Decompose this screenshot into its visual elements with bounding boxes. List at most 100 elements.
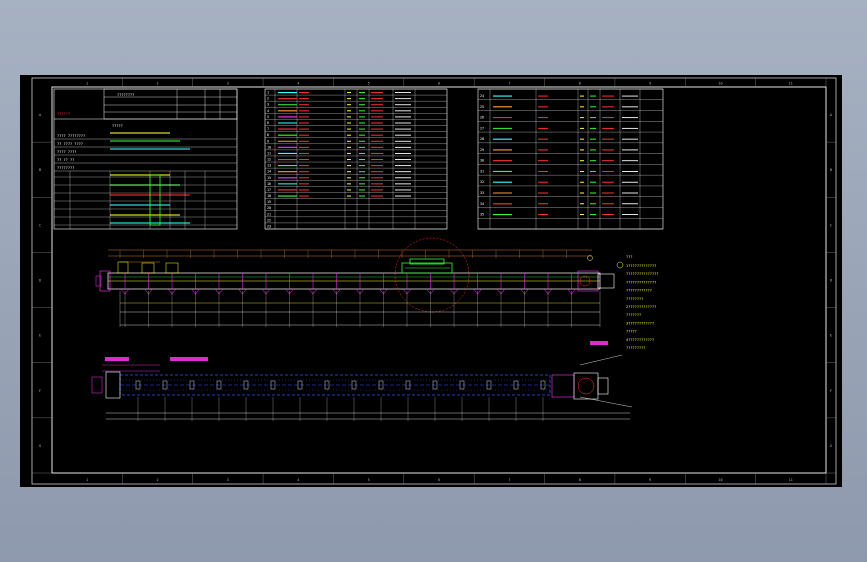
note-line: 1????????????? bbox=[626, 264, 656, 268]
ruler-number: 2 bbox=[157, 478, 159, 482]
cad-drawing: 1 2 3 4 5 6 7 8 9 10 11 1 2 3 4 5 6 7 8 9 10 11 ABCDEFG ABCD… bbox=[31, 77, 837, 485]
ruler-letter: G bbox=[39, 444, 41, 448]
title-block-header: ???????? bbox=[117, 93, 134, 97]
note-line: ????????? bbox=[626, 346, 645, 350]
ruler-number: 5 bbox=[368, 82, 370, 86]
ruler-letter: A bbox=[830, 113, 832, 117]
parts-row-index: 5 bbox=[267, 115, 269, 119]
parts-row-index: 24 bbox=[480, 94, 484, 98]
ruler-number: 9 bbox=[649, 478, 651, 482]
parts-row-index: 31 bbox=[480, 169, 484, 173]
note-line: 2????????????? bbox=[626, 305, 656, 309]
ruler-letter: E bbox=[830, 334, 832, 338]
title-row-text: ?? ?? ?? bbox=[57, 158, 74, 162]
parts-row-index: 1 bbox=[267, 91, 269, 95]
parts-row-index: 19 bbox=[267, 200, 271, 204]
ruler-number: 3 bbox=[227, 82, 229, 86]
parts-row-index: 13 bbox=[267, 164, 271, 168]
ruler-number: 11 bbox=[789, 478, 793, 482]
ruler-letter: E bbox=[39, 334, 41, 338]
parts-row-index: 20 bbox=[267, 206, 271, 210]
bottom-ruler: 1 2 3 4 5 6 7 8 9 10 11 bbox=[86, 473, 827, 484]
parts-list-right: 24 25 26 27 28 29 30 31 32 33 34 35 bbox=[477, 88, 664, 230]
parts-row-index: 8 bbox=[267, 133, 269, 137]
ruler-letter: F bbox=[830, 389, 832, 393]
ruler-number: 8 bbox=[579, 82, 581, 86]
parts-row-index: 23 bbox=[267, 224, 271, 228]
ruler-number: 10 bbox=[718, 82, 722, 86]
note-line: 4???????????? bbox=[626, 338, 654, 342]
ruler-letter: C bbox=[830, 223, 832, 227]
ruler-number: 5 bbox=[368, 478, 370, 482]
ruler-number: 8 bbox=[579, 478, 581, 482]
inner-frame bbox=[51, 86, 827, 474]
ruler-letter: G bbox=[830, 444, 832, 448]
parts-row-index: 7 bbox=[267, 127, 269, 131]
notes-block: ??? 1???????????????????????????????????… bbox=[626, 255, 658, 350]
note-line: ?????????????? bbox=[626, 280, 656, 284]
ruler-letter: B bbox=[830, 168, 832, 172]
ruler-number: 1 bbox=[86, 478, 88, 482]
title-block: ???????? ?????? ????? ???? ???????? ?? ??… bbox=[53, 88, 238, 230]
parts-row-index: 30 bbox=[480, 159, 484, 163]
parts-row-index: 10 bbox=[267, 145, 271, 149]
parts-row-index: 22 bbox=[267, 218, 271, 222]
parts-row-index: 15 bbox=[267, 176, 271, 180]
note-line: ??????? bbox=[626, 313, 641, 317]
parts-row-index: 35 bbox=[480, 213, 484, 217]
parts-row-index: 18 bbox=[267, 194, 271, 198]
parts-row-index: 3 bbox=[267, 103, 269, 107]
parts-row-index: 16 bbox=[267, 182, 271, 186]
parts-row-index: 14 bbox=[267, 170, 271, 174]
note-line: ????? bbox=[626, 330, 637, 334]
title-row-text: ???????? bbox=[57, 166, 74, 170]
ruler-number: 2 bbox=[157, 82, 159, 86]
parts-row-index: 12 bbox=[267, 158, 271, 162]
parts-row-index: 2 bbox=[267, 97, 269, 101]
ruler-number: 7 bbox=[508, 82, 510, 86]
parts-row-index: 9 bbox=[267, 139, 269, 143]
title-row-text: ???? ???????? bbox=[57, 134, 85, 138]
cad-drawing-canvas[interactable]: 1 2 3 4 5 6 7 8 9 10 11 1 2 3 4 5 6 7 8 9 10 11 ABCDEFG ABCD… bbox=[20, 75, 842, 487]
parts-row-index: 21 bbox=[267, 212, 271, 216]
title-block-subtitle: ????? bbox=[112, 124, 123, 128]
parts-row-index: 34 bbox=[480, 202, 484, 206]
right-ruler: A B C D E F G bbox=[826, 113, 836, 474]
top-ruler: 1 2 3 4 5 6 7 8 9 10 11 bbox=[86, 78, 827, 87]
ruler-number: 9 bbox=[649, 82, 651, 86]
ruler-letter: C bbox=[39, 223, 41, 227]
parts-row-index: 25 bbox=[480, 105, 484, 109]
ruler-letter: A bbox=[39, 113, 41, 117]
parts-row-index: 32 bbox=[480, 180, 484, 184]
parts-row-index: 11 bbox=[267, 151, 271, 155]
ruler-number: 1 bbox=[86, 82, 88, 86]
ruler-number: 4 bbox=[297, 478, 299, 482]
left-ruler: A B C D E F G bbox=[32, 113, 52, 474]
ruler-number: 4 bbox=[297, 82, 299, 86]
notes-heading: ??? bbox=[626, 255, 633, 259]
note-line: ??????????????? bbox=[626, 272, 658, 276]
front-elevation-view bbox=[95, 237, 624, 327]
plan-view bbox=[91, 341, 633, 421]
parts-row-index: 6 bbox=[267, 121, 269, 125]
note-line: ???????????? bbox=[626, 289, 652, 293]
ruler-number: 6 bbox=[438, 478, 440, 482]
ruler-number: 10 bbox=[718, 478, 722, 482]
parts-row-index: 28 bbox=[480, 137, 484, 141]
note-line: ???????? bbox=[626, 297, 643, 301]
title-block-red-label: ?????? bbox=[57, 112, 70, 116]
parts-row-index: 29 bbox=[480, 148, 484, 152]
title-row-text: ?? ???? ???? bbox=[57, 142, 83, 146]
ruler-number: 3 bbox=[227, 478, 229, 482]
parts-row-index: 27 bbox=[480, 126, 484, 130]
title-row-text: ???? ???? bbox=[57, 150, 76, 154]
ruler-letter: B bbox=[39, 168, 41, 172]
parts-list-left: 1234567891011121314151617181920212223 bbox=[264, 88, 448, 230]
parts-row-index: 33 bbox=[480, 191, 484, 195]
ruler-letter: D bbox=[830, 279, 832, 283]
ruler-letter: F bbox=[39, 389, 41, 393]
parts-row-index: 4 bbox=[267, 109, 269, 113]
ruler-number: 7 bbox=[508, 478, 510, 482]
parts-row-index: 17 bbox=[267, 188, 271, 192]
ruler-number: 11 bbox=[789, 82, 793, 86]
